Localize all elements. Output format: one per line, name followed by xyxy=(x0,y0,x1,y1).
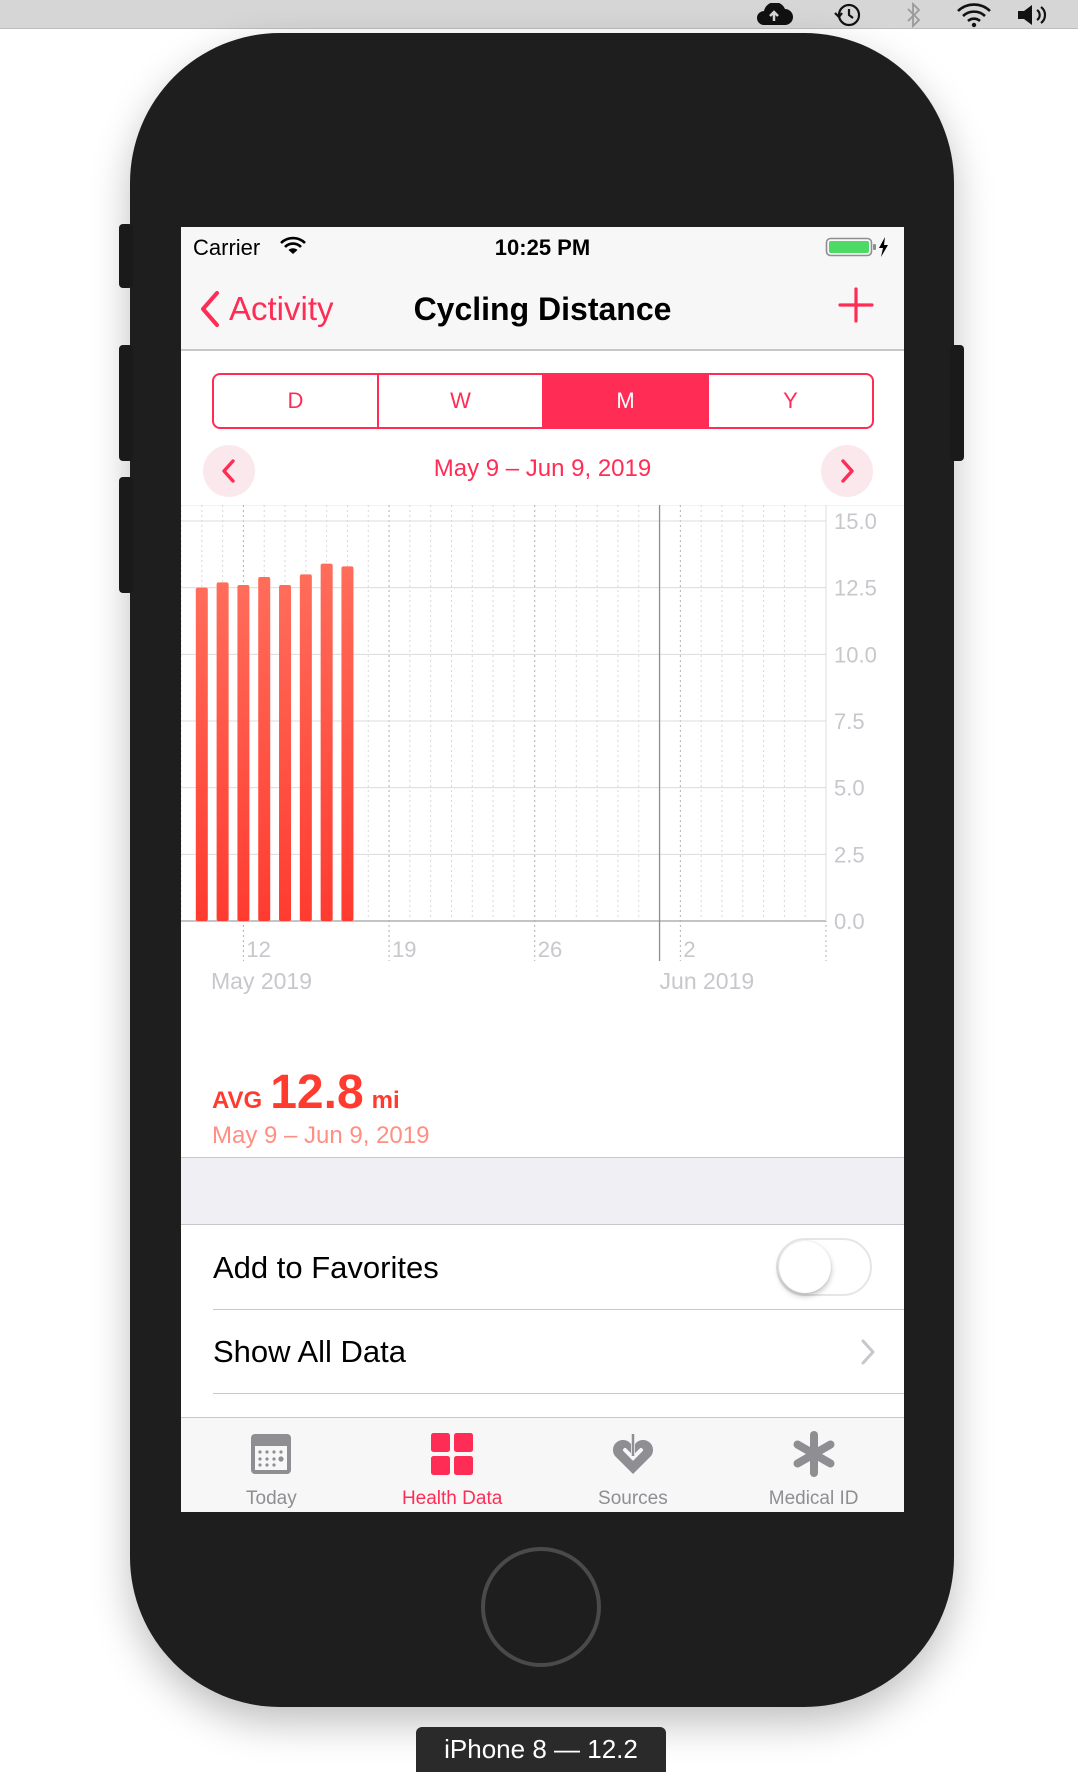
date-range-label: May 9 – Jun 9, 2019 xyxy=(433,455,652,482)
segment-w[interactable]: W xyxy=(379,375,544,427)
show-all-data-cell[interactable]: Show All Data xyxy=(181,1310,904,1394)
status-bar: Carrier 10:25 PM xyxy=(181,227,904,267)
cloud-upload-icon[interactable] xyxy=(752,0,796,29)
tab-sources-label: Sources xyxy=(598,1488,668,1509)
mac-menu-bar xyxy=(0,0,1078,29)
volume-down-button xyxy=(119,477,133,593)
add-data-button[interactable] xyxy=(834,283,878,327)
chart-bar xyxy=(258,577,271,921)
phone-screen: Carrier 10:25 PM Activity Cycling Distan… xyxy=(181,227,904,1512)
tab-bar: Today Health Data Sources Medical ID xyxy=(181,1417,904,1512)
y-tick-label: 7.5 xyxy=(834,709,865,734)
tab-sources[interactable]: Sources xyxy=(543,1418,724,1512)
chart-bar xyxy=(237,585,250,921)
tab-today[interactable]: Today xyxy=(181,1418,362,1512)
chevron-right-icon xyxy=(841,459,854,483)
chart-bar xyxy=(216,582,229,921)
y-tick-label: 0.0 xyxy=(834,909,865,934)
segment-y[interactable]: Y xyxy=(709,375,872,427)
page-title: Cycling Distance xyxy=(413,291,672,327)
segment-d[interactable]: D xyxy=(214,375,379,427)
navigation-bar: Activity Cycling Distance xyxy=(181,267,904,351)
y-tick-label: 12.5 xyxy=(834,576,877,601)
bluetooth-icon[interactable] xyxy=(896,0,932,29)
time-range-segmented-control: DWMY xyxy=(212,373,874,429)
tab-medical-id-label: Medical ID xyxy=(768,1488,859,1509)
average-summary: AVG 12.8 mi May 9 – Jun 9, 2019 xyxy=(212,1065,429,1150)
average-value: 12.8 xyxy=(270,1066,364,1119)
simulator-window: Carrier 10:25 PM Activity Cycling Distan… xyxy=(0,0,1078,1772)
favorites-toggle[interactable] xyxy=(776,1238,872,1296)
tab-today-label: Today xyxy=(246,1488,297,1509)
average-unit: mi xyxy=(371,1087,400,1114)
next-range-button[interactable] xyxy=(821,445,873,497)
cell-divider xyxy=(213,1393,904,1394)
x-tick-label: 19 xyxy=(392,937,416,962)
tab-health-data-label: Health Data xyxy=(401,1488,503,1509)
add-to-favorites-cell: Add to Favorites xyxy=(181,1226,904,1310)
y-tick-label: 15.0 xyxy=(834,509,877,534)
chart-bar xyxy=(299,574,312,921)
average-date-range: May 9 – Jun 9, 2019 xyxy=(212,1122,430,1149)
y-tick-label: 2.5 xyxy=(834,842,865,867)
x-tick-label: 2 xyxy=(683,937,695,962)
segment-m[interactable]: M xyxy=(544,375,709,427)
status-time: 10:25 PM xyxy=(494,235,591,260)
add-to-favorites-label: Add to Favorites xyxy=(213,1250,439,1285)
chevron-right-icon xyxy=(860,1338,876,1371)
power-button xyxy=(950,345,964,461)
volume-up-button xyxy=(119,345,133,461)
volume-icon[interactable] xyxy=(1012,0,1056,29)
toggle-knob xyxy=(779,1241,831,1293)
chart-bar xyxy=(279,585,292,921)
average-label: AVG xyxy=(212,1087,263,1114)
asterisk-icon xyxy=(793,1431,835,1477)
y-tick-label: 5.0 xyxy=(834,776,865,801)
home-button[interactable] xyxy=(481,1547,601,1667)
x-tick-label: 12 xyxy=(246,937,270,962)
date-range-row: May 9 – Jun 9, 2019 xyxy=(181,441,904,497)
x-month-label: May 2019 xyxy=(211,968,312,994)
x-month-label: Jun 2019 xyxy=(660,968,755,994)
plus-icon xyxy=(838,287,874,323)
time-machine-icon[interactable] xyxy=(826,0,870,29)
calendar-icon xyxy=(251,1434,292,1474)
chart-svg: 15.0 12.5 10.0 7.5 5.0 2.5 0.0 12 19 26 2 May 2019 J… xyxy=(181,504,904,994)
device-name-label: iPhone 8 — 12.2 xyxy=(416,1727,666,1772)
wifi-icon[interactable] xyxy=(952,0,996,29)
tab-medical-id[interactable]: Medical ID xyxy=(723,1418,904,1512)
show-all-data-label: Show All Data xyxy=(213,1334,406,1369)
cycling-distance-chart[interactable]: 15.0 12.5 10.0 7.5 5.0 2.5 0.0 12 19 26 2 May 2019 J… xyxy=(181,504,904,1025)
grid-icon xyxy=(431,1433,474,1475)
x-tick-label: 26 xyxy=(538,937,562,962)
heart-download-icon xyxy=(612,1432,653,1474)
chart-bar xyxy=(320,563,333,921)
y-tick-label: 10.0 xyxy=(834,642,877,667)
chart-bar xyxy=(341,566,354,921)
mute-switch xyxy=(119,224,133,288)
section-separator xyxy=(181,1157,904,1225)
tab-health-data[interactable]: Health Data xyxy=(362,1418,543,1512)
battery-charging-icon xyxy=(825,235,891,264)
chart-bar xyxy=(195,587,208,921)
